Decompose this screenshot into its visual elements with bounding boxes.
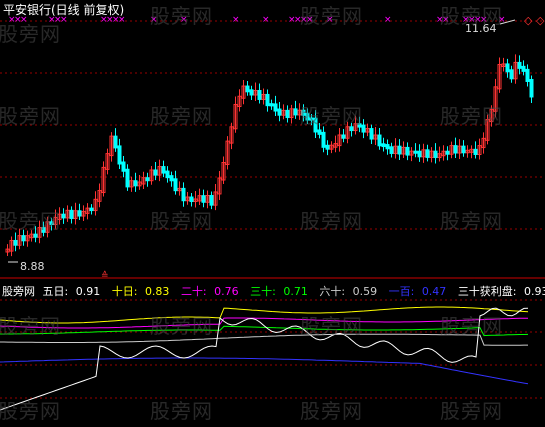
candle-body (417, 150, 422, 158)
candle-body (273, 103, 278, 112)
candle-body (445, 150, 450, 155)
candle-body (245, 85, 250, 93)
candle-body (189, 196, 194, 203)
candle-body (169, 175, 174, 182)
candle-body (285, 109, 290, 119)
candle-body (173, 178, 178, 192)
watermark: 股旁网 (0, 104, 61, 128)
candle-body (381, 143, 386, 148)
indicator-legend: 股旁网 五日: 0.91 十日: 0.83 二十: 0.76 三十: 0.71 … (2, 283, 545, 299)
price-annotations: ≙ (8, 19, 516, 281)
candle-body (425, 149, 430, 158)
watermark: 股旁网 (440, 104, 503, 128)
candle-body (389, 146, 394, 154)
candle-body (165, 170, 170, 179)
candle-body (413, 150, 418, 154)
legend-20d: 二十: 0.76 (180, 285, 239, 298)
candle-body (117, 145, 122, 165)
watermark: 股旁网 (150, 209, 213, 233)
legend-60d: 六十: 0.59 (319, 285, 378, 298)
candle-body (461, 145, 466, 154)
candle-body (249, 89, 254, 96)
diamond-icon[interactable]: ◇ ◇ (524, 14, 544, 27)
watermark: 股旁网 (440, 399, 503, 423)
candle-body (209, 195, 214, 206)
candle-body (433, 150, 438, 159)
watermark: 股旁网 (150, 4, 213, 28)
candle-body (341, 134, 346, 139)
candle-body (161, 166, 166, 174)
watermark: 股旁网 (0, 22, 61, 46)
chart-title: 平安银行(日线 前复权) (3, 3, 125, 17)
watermark: 股旁网 (0, 399, 61, 423)
candle-body (473, 148, 478, 155)
candle-body (397, 145, 402, 155)
candle-body (125, 168, 130, 188)
watermark: 股旁网 (150, 399, 213, 423)
candle-body (265, 93, 270, 107)
candle-body (113, 135, 118, 149)
signal-marker: × (384, 15, 392, 25)
legend-30d-profit: 三十获利盘: 0.93 (457, 285, 545, 298)
candle-body (121, 161, 126, 172)
legend-5d: 五日: 0.91 (42, 285, 101, 298)
legend-10d: 十日: 0.83 (111, 285, 170, 298)
candle-body (505, 63, 510, 73)
candle-body (257, 90, 262, 100)
signal-glyph: ≙ (101, 270, 109, 281)
watermark: 股旁网 (440, 314, 503, 338)
candle-body (89, 207, 94, 212)
candle-body (525, 68, 530, 82)
candle-body (21, 235, 26, 242)
candle-body (529, 78, 534, 98)
signal-marker: × (232, 15, 240, 25)
watermark: 股旁网 (150, 104, 213, 128)
candle-body (325, 144, 330, 150)
candle-body (77, 210, 82, 217)
candle-body (181, 187, 186, 202)
watermark: 股旁网 (300, 399, 363, 423)
candle-body (61, 213, 66, 219)
candle-body (69, 209, 74, 219)
candle-body (453, 145, 458, 154)
candle-body (153, 169, 158, 176)
low-price-label: 8.88 (20, 260, 45, 273)
watermark: 股旁网 (300, 104, 363, 128)
watermark: 股旁网 (300, 314, 363, 338)
watermark: 股旁网 (0, 209, 61, 233)
watermark: 股旁网 (150, 314, 213, 338)
candle-body (509, 69, 514, 80)
candle-body (369, 128, 374, 140)
candle-body (201, 195, 206, 203)
candle-body (377, 134, 382, 147)
watermark: 股旁网 (0, 314, 61, 338)
candle-body (269, 103, 274, 107)
candle-body (517, 61, 522, 69)
candle-body (521, 65, 526, 72)
candle-body (293, 108, 298, 116)
candle-body (321, 131, 326, 148)
watermark: 股旁网 (440, 4, 503, 28)
watermark: 股旁网 (440, 209, 503, 233)
candle-body (385, 144, 390, 150)
candle-body (317, 129, 322, 135)
candle-body (13, 239, 18, 246)
legend-30d: 三十: 0.71 (250, 285, 308, 298)
candle-body (277, 108, 282, 116)
signal-marker: × (262, 15, 270, 25)
watermark: 股旁网 (300, 4, 363, 28)
indicator-name: 股旁网 (2, 285, 35, 298)
watermark: 股旁网 (300, 209, 363, 233)
candle-body (33, 233, 38, 238)
legend-100d: 一百: 0.47 (388, 285, 447, 298)
candle-body (133, 180, 138, 187)
candle-body (145, 177, 150, 182)
candle-body (405, 146, 410, 156)
